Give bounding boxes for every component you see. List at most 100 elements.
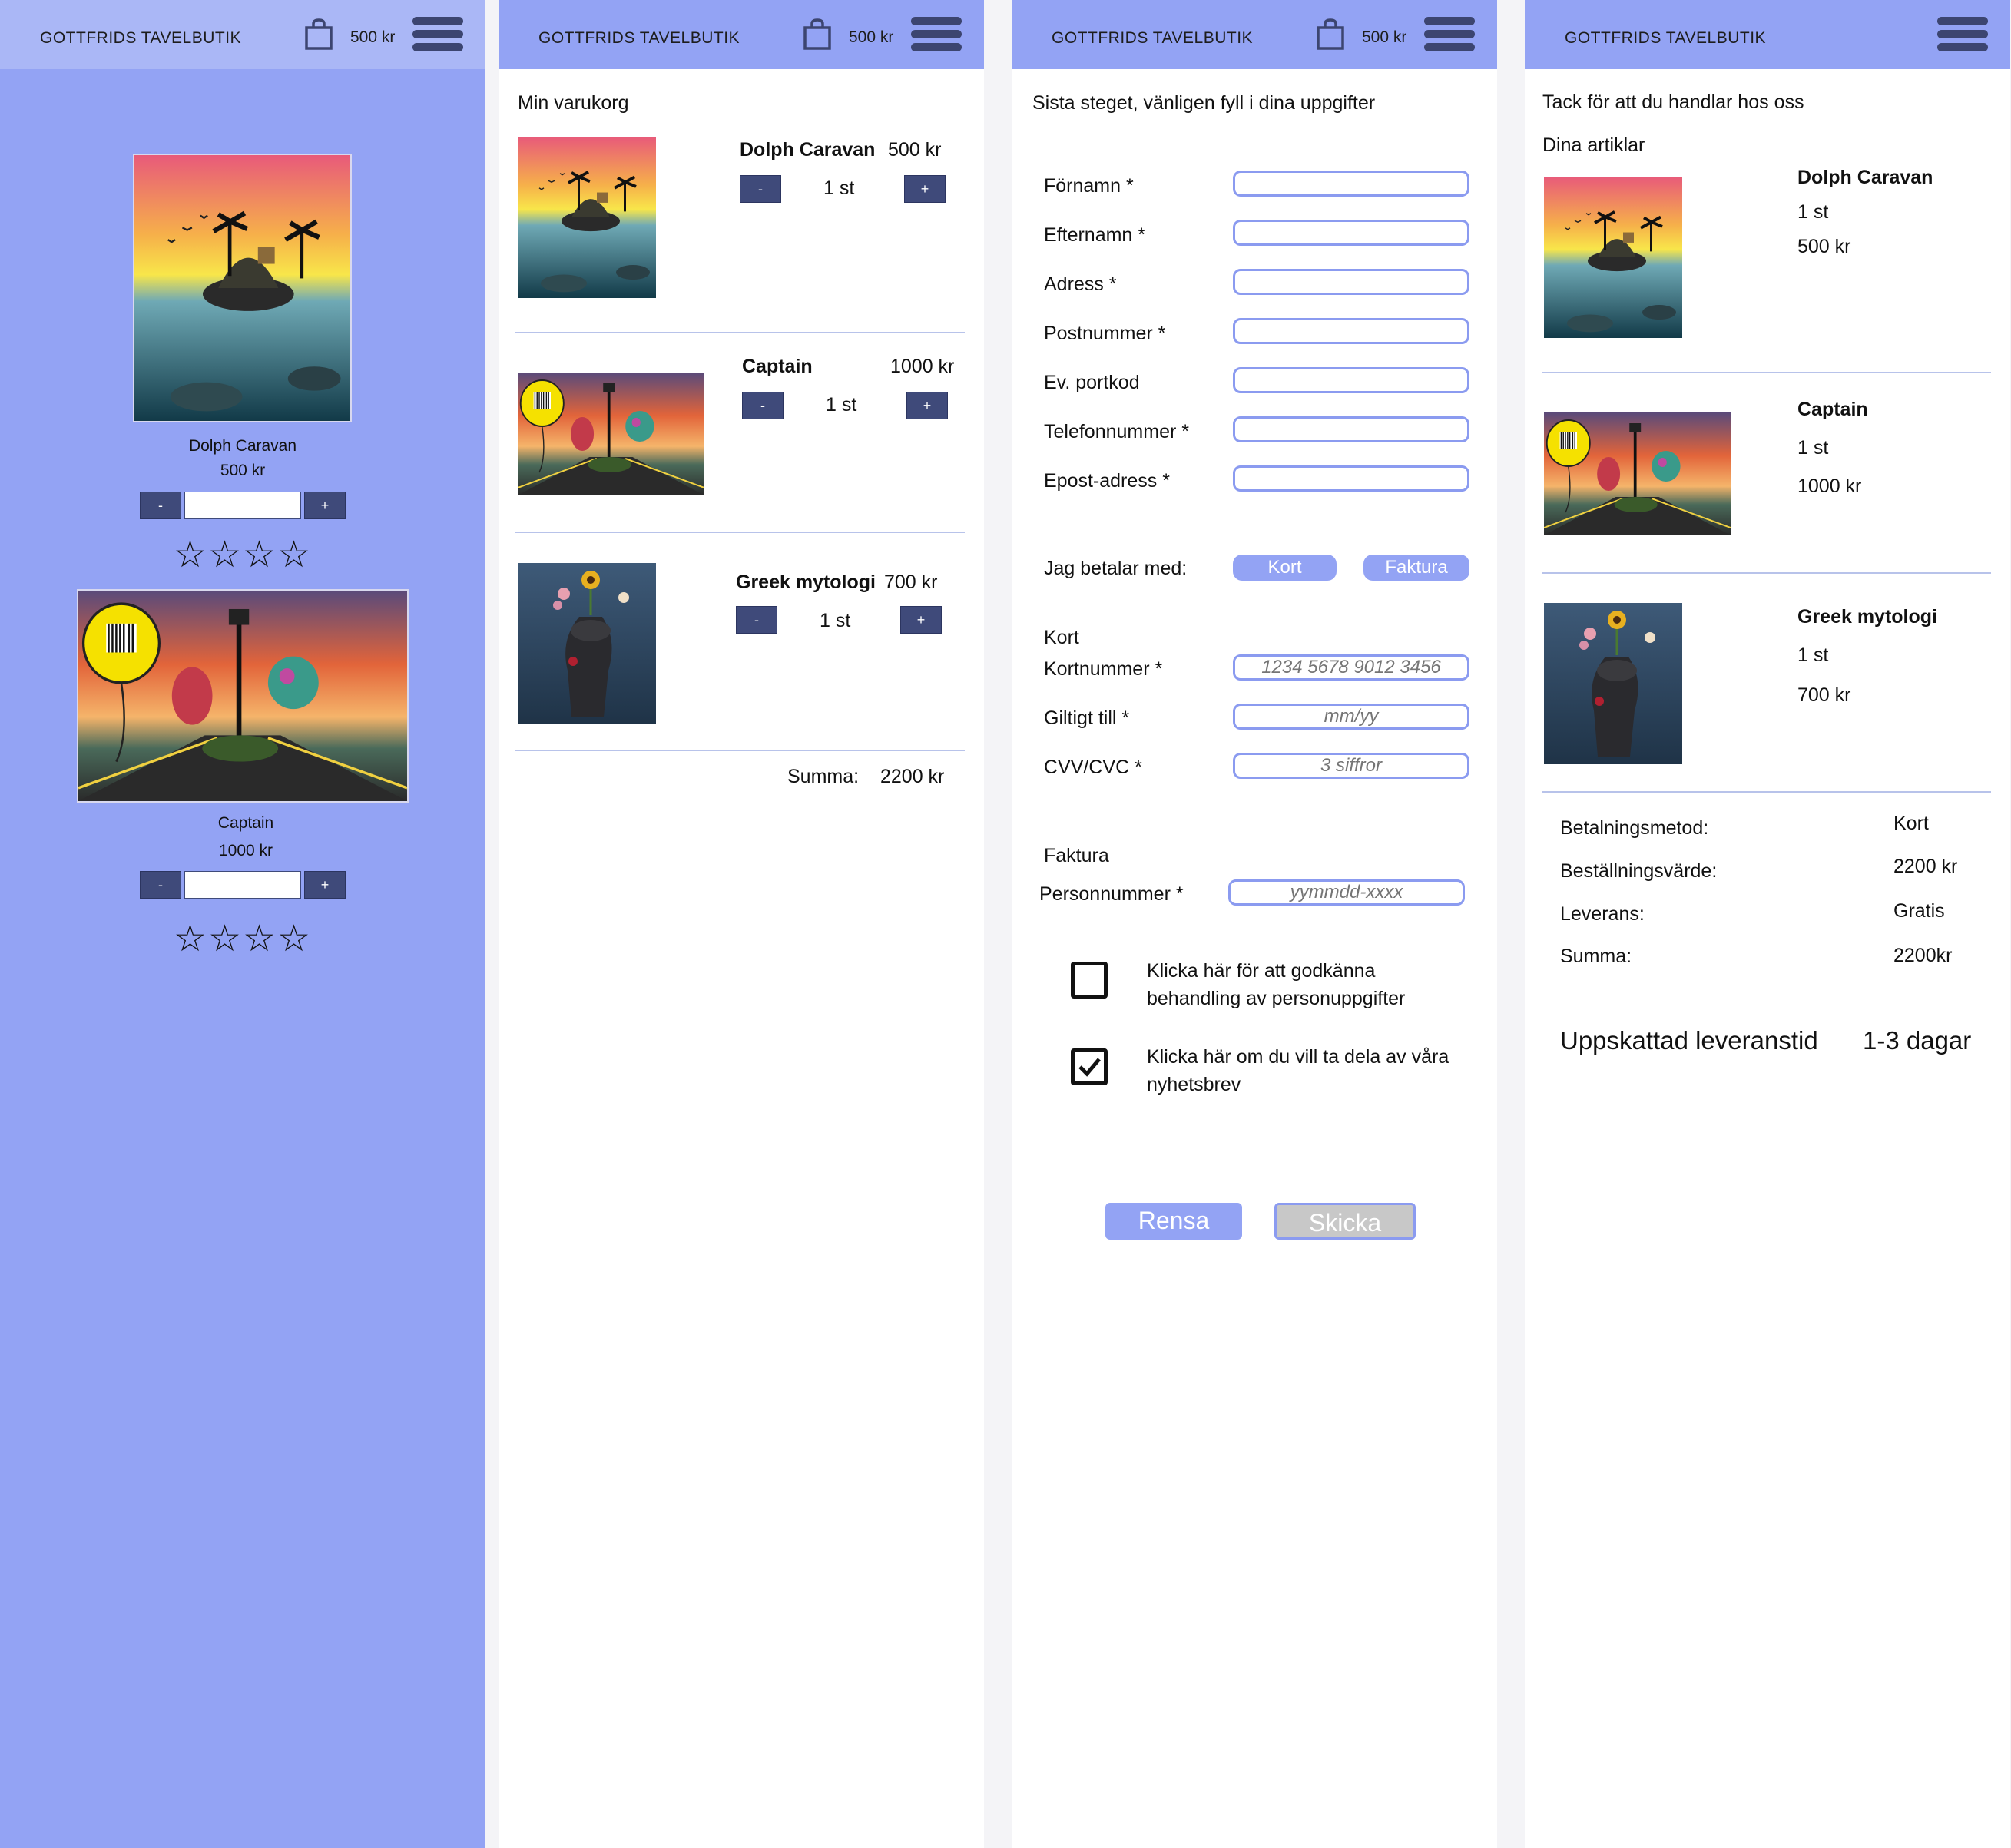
personnummer-field[interactable] <box>1228 879 1465 906</box>
zip-field[interactable] <box>1233 318 1469 344</box>
divider <box>515 332 965 333</box>
sum-value: 2200 kr <box>880 766 945 787</box>
checkmark-icon <box>1078 1058 1101 1077</box>
cart-item-name: Dolph Caravan <box>740 139 876 161</box>
order-item-price: 1000 kr <box>1797 475 1862 497</box>
product-name: Captain <box>217 814 274 832</box>
cart-item-price: 500 kr <box>888 139 942 161</box>
divider <box>1542 791 1991 793</box>
cart-item-name: Greek mytologi <box>736 571 876 593</box>
shopping-bag-icon[interactable] <box>304 18 333 51</box>
delivery-label: Leverans: <box>1560 903 1645 925</box>
quantity-input[interactable] <box>184 492 301 519</box>
divider <box>1542 572 1991 574</box>
shop-screen: GOTTFRIDS TAVELBUTIK 500 kr Dolph Carava… <box>0 0 485 1848</box>
decrease-button[interactable]: - <box>140 492 181 519</box>
increase-button[interactable]: + <box>304 492 346 519</box>
cart-item-name: Captain <box>742 356 813 377</box>
order-item-quantity: 1 st <box>1797 437 1829 459</box>
cart-item-image[interactable] <box>518 373 704 495</box>
page-title: Sista steget, vänligen fyll i dina uppgi… <box>1032 92 1376 114</box>
increase-button[interactable]: + <box>906 392 948 419</box>
zip-label: Postnummer * <box>1044 323 1166 344</box>
confirmation-screen: GOTTFRIDS TAVELBUTIK Tack för att du han… <box>1525 0 2010 1848</box>
pay-card-button[interactable]: Kort <box>1233 555 1337 581</box>
order-item-quantity: 1 st <box>1797 201 1829 223</box>
cart-total[interactable]: 500 kr <box>849 28 893 47</box>
email-field[interactable] <box>1233 465 1469 492</box>
header: GOTTFRIDS TAVELBUTIK 500 kr <box>0 0 485 69</box>
submit-button[interactable]: Skicka <box>1274 1203 1416 1240</box>
cart-item-image[interactable] <box>518 563 656 724</box>
checkout-screen: GOTTFRIDS TAVELBUTIK 500 kr Sista steget… <box>1012 0 1497 1848</box>
reset-button[interactable]: Rensa <box>1105 1203 1242 1240</box>
eta-value: 1-3 dagar <box>1863 1026 1972 1055</box>
payment-label: Jag betalar med: <box>1044 558 1188 579</box>
product-image-captain[interactable] <box>77 589 409 803</box>
product-price: 500 kr <box>220 462 266 479</box>
phone-label: Telefonnummer * <box>1044 421 1189 442</box>
cart-item-quantity: 1 st <box>823 177 855 199</box>
first-name-field[interactable] <box>1233 171 1469 197</box>
personnummer-label: Personnummer * <box>1039 883 1184 905</box>
increase-button[interactable]: + <box>304 871 346 899</box>
order-value-value: 2200 kr <box>1893 856 1958 877</box>
hamburger-menu-icon[interactable] <box>911 17 962 52</box>
consent-checkbox[interactable] <box>1071 962 1108 999</box>
pay-invoice-button[interactable]: Faktura <box>1363 555 1469 581</box>
shopping-bag-icon[interactable] <box>803 18 832 51</box>
divider <box>1542 372 1991 373</box>
rating-stars[interactable]: ☆☆☆☆ <box>0 533 485 576</box>
cart-item-quantity: 1 st <box>826 394 857 416</box>
brand-logo[interactable]: GOTTFRIDS TAVELBUTIK <box>1565 29 1766 48</box>
sum-label: Summa: <box>1560 946 1632 967</box>
valid-thru-label: Giltigt till * <box>1044 707 1130 729</box>
payment-method-label: Betalningsmetod: <box>1560 817 1709 839</box>
newsletter-text: Klicka här om du vill ta dela av våra <box>1147 1046 1449 1068</box>
rating-stars[interactable]: ☆☆☆☆ <box>0 917 485 960</box>
cart-total[interactable]: 500 kr <box>1362 28 1406 47</box>
sum-label: Summa: <box>787 766 860 787</box>
cart-item-price: 1000 kr <box>890 356 955 377</box>
card-number-field[interactable] <box>1233 654 1469 681</box>
decrease-button[interactable]: - <box>736 606 777 634</box>
product-price: 1000 kr <box>218 842 273 859</box>
increase-button[interactable]: + <box>900 606 942 634</box>
eta-label: Uppskattad leveranstid <box>1560 1026 1818 1055</box>
valid-thru-field[interactable] <box>1233 704 1469 730</box>
order-item-quantity: 1 st <box>1797 644 1829 666</box>
order-item-name: Greek mytologi <box>1797 606 1937 628</box>
door-code-field[interactable] <box>1233 367 1469 393</box>
decrease-button[interactable]: - <box>742 392 784 419</box>
brand-logo[interactable]: GOTTFRIDS TAVELBUTIK <box>538 29 740 48</box>
address-field[interactable] <box>1233 269 1469 295</box>
hamburger-menu-icon[interactable] <box>1937 17 1988 52</box>
address-label: Adress * <box>1044 273 1117 295</box>
door-code-label: Ev. portkod <box>1044 372 1140 393</box>
decrease-button[interactable]: - <box>140 871 181 899</box>
newsletter-text: nyhetsbrev <box>1147 1074 1241 1095</box>
first-name-label: Förnamn * <box>1044 175 1134 197</box>
header: GOTTFRIDS TAVELBUTIK <box>1525 0 2010 69</box>
increase-button[interactable]: + <box>904 175 946 203</box>
cart-total[interactable]: 500 kr <box>350 28 395 47</box>
hamburger-menu-icon[interactable] <box>1424 17 1475 52</box>
order-item-price: 500 kr <box>1797 236 1851 257</box>
product-image-dolph-caravan[interactable] <box>133 154 352 422</box>
phone-field[interactable] <box>1233 416 1469 442</box>
cart-item-image[interactable] <box>518 137 656 298</box>
items-heading: Dina artiklar <box>1542 134 1645 156</box>
product-name: Dolph Caravan <box>188 437 297 455</box>
hamburger-menu-icon[interactable] <box>412 17 463 52</box>
newsletter-checkbox[interactable] <box>1071 1048 1108 1085</box>
quantity-input[interactable] <box>184 871 301 899</box>
thanks-message: Tack för att du handlar hos oss <box>1542 91 1804 113</box>
shopping-bag-icon[interactable] <box>1316 18 1345 51</box>
decrease-button[interactable]: - <box>740 175 781 203</box>
brand-logo[interactable]: GOTTFRIDS TAVELBUTIK <box>40 29 241 48</box>
delivery-value: Gratis <box>1893 900 1945 922</box>
brand-logo[interactable]: GOTTFRIDS TAVELBUTIK <box>1052 29 1253 48</box>
last-name-field[interactable] <box>1233 220 1469 246</box>
cvv-field[interactable] <box>1233 753 1469 779</box>
header: GOTTFRIDS TAVELBUTIK 500 kr <box>499 0 984 69</box>
